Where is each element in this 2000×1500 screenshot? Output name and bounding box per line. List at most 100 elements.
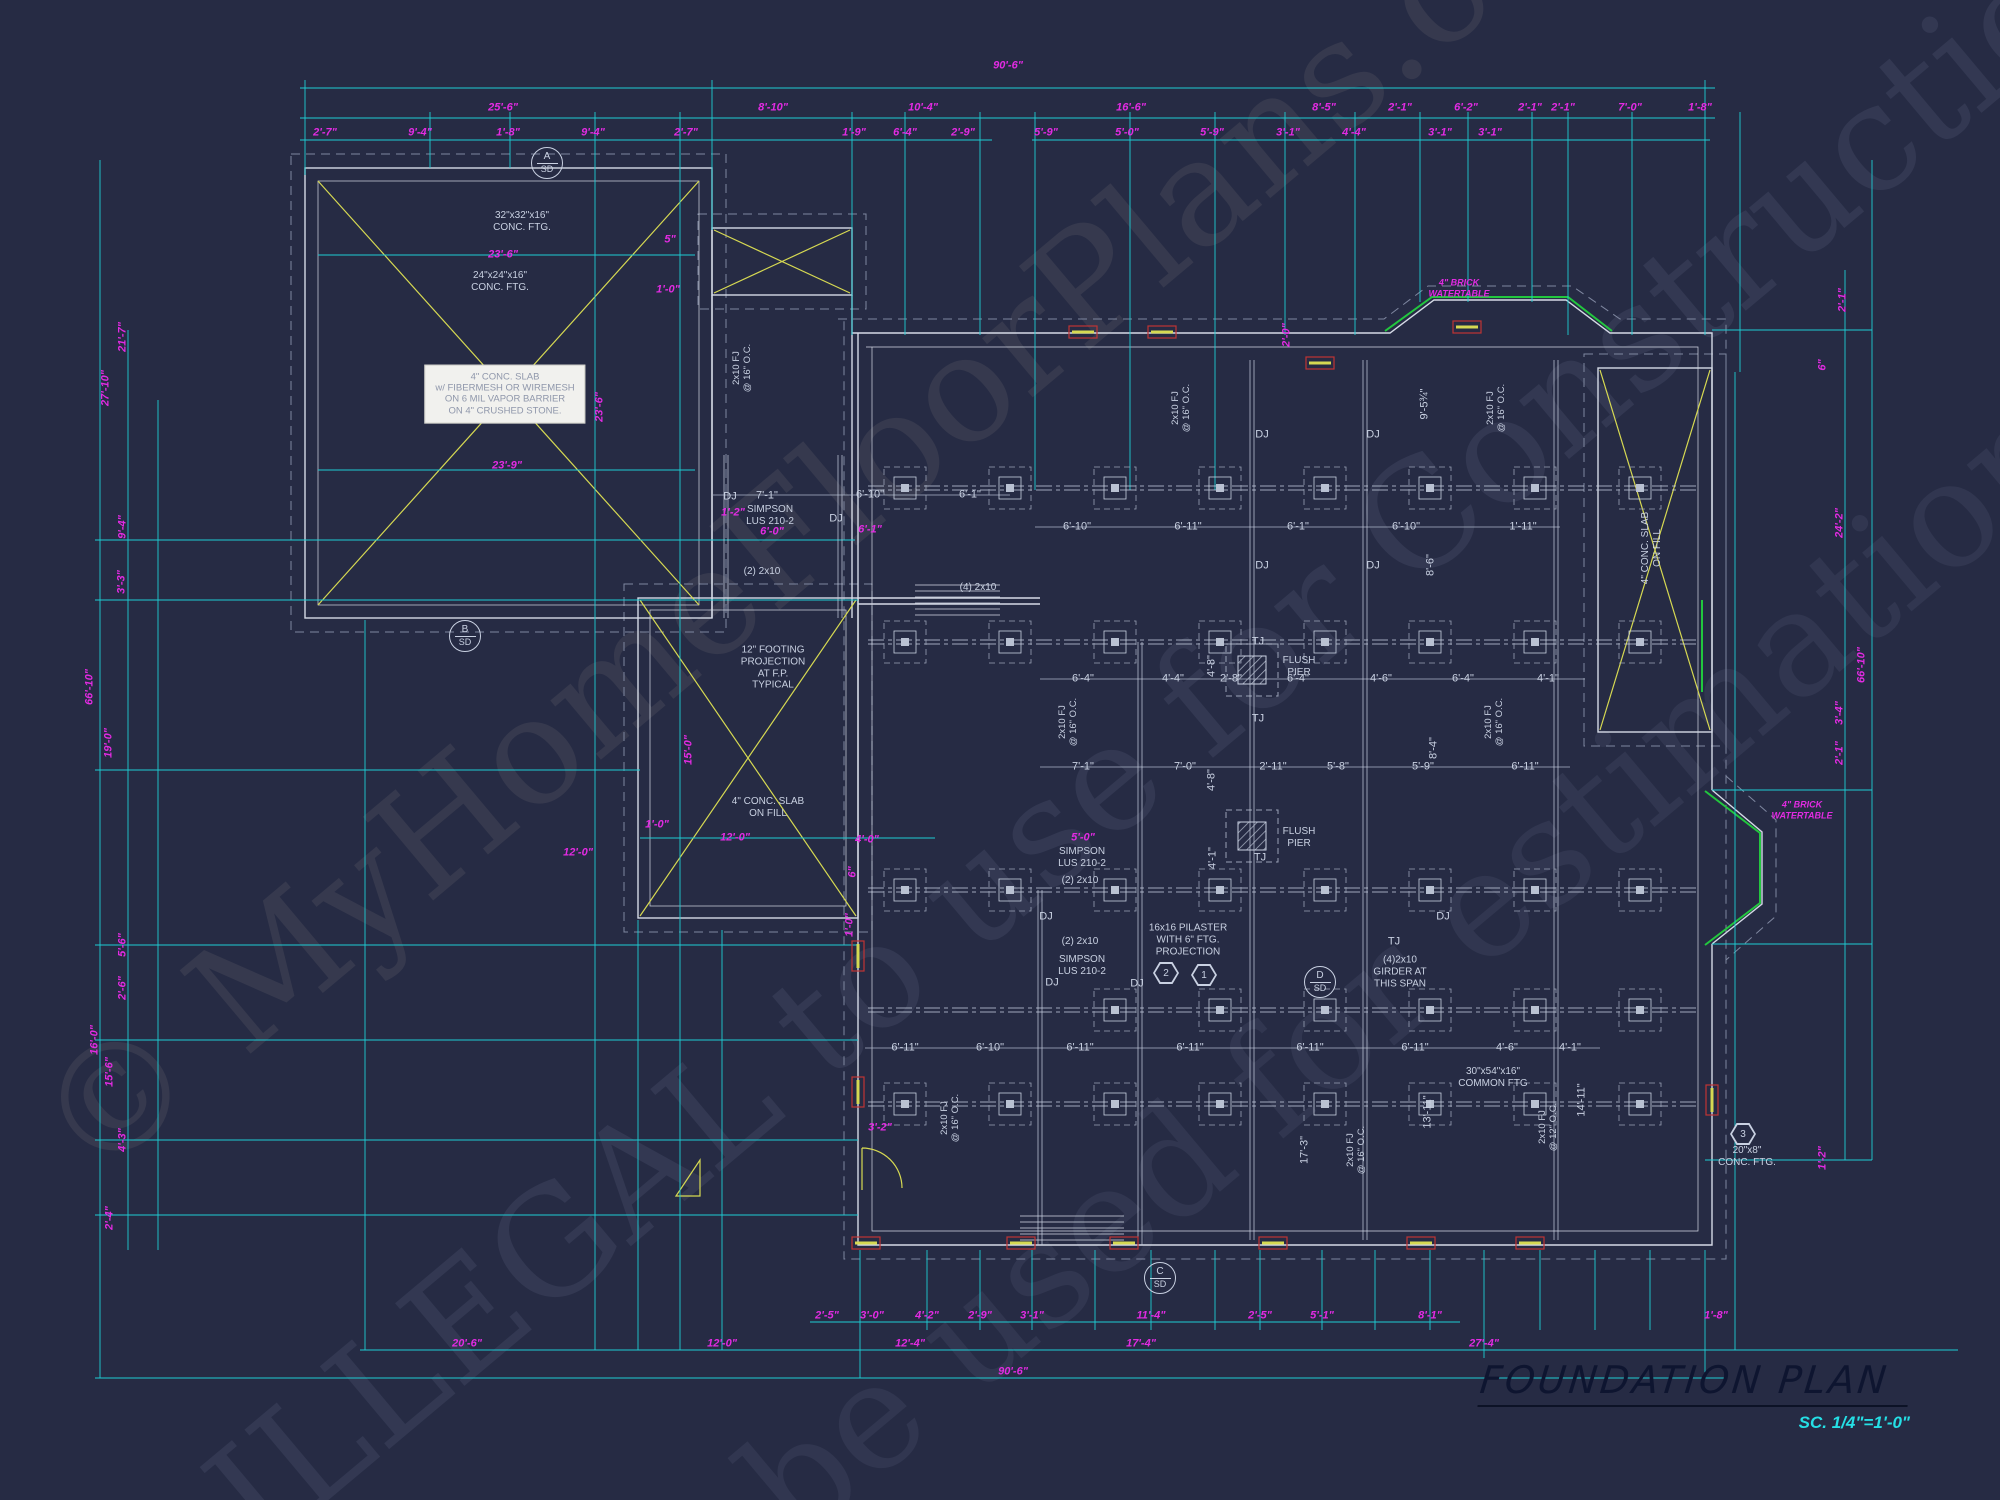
dim-label: 16'-0"	[89, 1025, 102, 1055]
dim-label: 27'-4"	[1469, 1338, 1499, 1351]
dim-label: 6'-10"	[976, 1042, 1004, 1055]
dim-label: 5'-9"	[1412, 761, 1434, 774]
joist-label: 2x10 FJ @ 16" O.C.	[731, 344, 753, 392]
dim-label: 15'-6"	[104, 1057, 117, 1087]
dim-label: 15'-0"	[683, 735, 696, 765]
dim-label: 3'-1"	[1276, 127, 1300, 140]
dim-label: 5'-9"	[1200, 127, 1224, 140]
dim-label: 1'-8"	[1704, 1310, 1728, 1323]
section-marker-sheet: SD	[1314, 983, 1327, 994]
dim-label: 2'-5"	[815, 1310, 839, 1323]
dim-label: 13'-11"	[1422, 1095, 1435, 1128]
dim-label: 4'-4"	[1162, 673, 1184, 686]
dim-label: 6'-11"	[1296, 1042, 1323, 1055]
dim-label: 2'-1"	[1518, 102, 1542, 115]
joist-label: 2x10 FJ @ 16" O.C.	[1057, 698, 1079, 746]
dim-label: 11'-4"	[1136, 1310, 1165, 1323]
dim-label: 6'-4"	[893, 127, 917, 140]
dim-label: 3'-1"	[1428, 127, 1452, 140]
dim-label: 17'-4"	[1126, 1338, 1156, 1351]
dim-label: 12'-4"	[895, 1338, 925, 1351]
note: 30"x54"x16" COMMON FTG	[1458, 1066, 1527, 1090]
note: SIMPSON LUS 210-2	[1058, 846, 1106, 870]
joist-tag: DJ	[829, 513, 842, 526]
dim-label: 2'-6"	[117, 976, 130, 1000]
dim-label: 12'-0"	[563, 847, 593, 860]
dim-label: 66'-10"	[1856, 647, 1869, 683]
note: 32"x32"x16" CONC. FTG.	[493, 210, 551, 234]
note: FLUSH PIER	[1283, 826, 1316, 850]
dim-label: 25'-6"	[488, 102, 518, 115]
dim-label: 20'-6"	[452, 1338, 482, 1351]
joist-tag: DJ	[1255, 429, 1268, 442]
dim-label: 6'-1"	[858, 524, 882, 537]
note: (4) 2x10	[960, 582, 997, 594]
dim-label: 5'-0"	[1071, 832, 1095, 845]
dim-label: 2'-1"	[1837, 288, 1850, 312]
section-marker-sheet: SD	[541, 164, 554, 175]
foundation-plan-sheet: © MyHomeFloorPlans.com ILLEGAL to use fo…	[0, 0, 2000, 1500]
joist-tag: DJ	[1039, 911, 1052, 924]
dim-label: 1'-0"	[844, 913, 857, 937]
dim-label: 1'-2"	[1817, 1146, 1830, 1170]
plan-title: FOUNDATION PLAN	[1477, 1358, 1912, 1407]
dim-label: 2'-11"	[1259, 761, 1286, 774]
joist-tag: DJ	[1255, 560, 1268, 573]
dim-label: 12'-0"	[720, 832, 750, 845]
dim-label: 6'-11"	[1176, 1042, 1203, 1055]
dim-label: 2'-8"	[1220, 673, 1242, 686]
slab-note-box: 4" CONC. SLAB w/ FIBERMESH OR WIREMESH O…	[424, 365, 585, 424]
dim-label: 12'-0"	[707, 1338, 737, 1351]
dim-label: 2'-7"	[674, 127, 698, 140]
dim-label: 90'-6"	[998, 1366, 1028, 1379]
dim-label: 6"	[1817, 359, 1830, 370]
note: 4" BRICK WATERTABLE	[1429, 277, 1490, 298]
dim-label: 7'-1"	[1072, 761, 1094, 774]
note: 4" CONC. SLAB ON FILL	[732, 796, 804, 820]
dim-label: 3'-0"	[860, 1310, 884, 1323]
keynote-hex-3: 3	[1730, 1123, 1756, 1145]
joist-tag: DJ	[1366, 429, 1379, 442]
joist-tag: DJ	[1130, 978, 1143, 991]
dim-label: 9'-4"	[581, 127, 605, 140]
dim-label: 4'-8"	[1206, 655, 1219, 677]
note: SIMPSON LUS 210-2	[1058, 954, 1106, 978]
note: 20"x8" CONC. FTG.	[1718, 1145, 1776, 1169]
dim-label: 9'-4"	[408, 127, 432, 140]
dim-label: 6'-4"	[1072, 673, 1094, 686]
dim-label: 10'-4"	[908, 102, 938, 115]
keynote-hex-2: 2	[1153, 962, 1179, 984]
joist-tag: TJ	[1252, 636, 1264, 649]
note: (2) 2x10	[744, 566, 781, 578]
dim-label: 9'-4"	[117, 515, 130, 539]
section-marker-c: CSD	[1144, 1262, 1176, 1294]
dim-label: 8'-6"	[1425, 554, 1438, 576]
dim-label: 6'-11"	[1401, 1042, 1428, 1055]
slab-note-text: 4" CONC. SLAB w/ FIBERMESH OR WIREMESH O…	[435, 372, 574, 417]
dim-label: 5'-9"	[1034, 127, 1058, 140]
dim-label: 4'-4"	[1342, 127, 1366, 140]
joist-label: 2x10 FJ @ 16" O.C.	[1170, 384, 1192, 432]
dim-label: 5'-8"	[1327, 761, 1349, 774]
dim-label: 6'-10"	[1063, 521, 1091, 534]
dim-label: 6'-11"	[1066, 1042, 1093, 1055]
dim-label: 27'-10"	[100, 370, 113, 406]
joist-tag: DJ	[723, 491, 736, 504]
dim-label: 1'-0"	[645, 819, 669, 832]
dim-label: 6'-11"	[1174, 521, 1201, 534]
dim-label: 1'-9"	[842, 127, 866, 140]
dim-label: 5"	[664, 234, 675, 247]
dim-label: 19'-0"	[103, 728, 116, 758]
note: (4)2x10 GIRDER AT THIS SPAN	[1373, 954, 1426, 989]
section-marker-a: ASD	[531, 147, 563, 179]
dim-label: 4'-6"	[1496, 1042, 1518, 1055]
dim-label: 2'-9"	[951, 127, 975, 140]
dim-label: 4'-1"	[1537, 673, 1559, 686]
section-marker-sheet: SD	[1154, 1279, 1167, 1290]
joist-tag: DJ	[1436, 911, 1449, 924]
section-marker-letter: A	[537, 151, 558, 164]
dim-label: 2'-1"	[1834, 741, 1847, 765]
dim-label: 4'-8"	[1206, 769, 1219, 791]
dim-label: 4'-3"	[117, 1128, 130, 1152]
dim-label: 8'-10"	[758, 102, 788, 115]
